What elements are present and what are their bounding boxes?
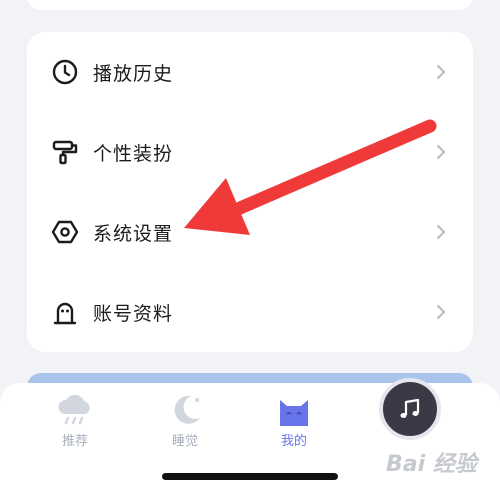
red-arrow-annotation [184,119,437,235]
